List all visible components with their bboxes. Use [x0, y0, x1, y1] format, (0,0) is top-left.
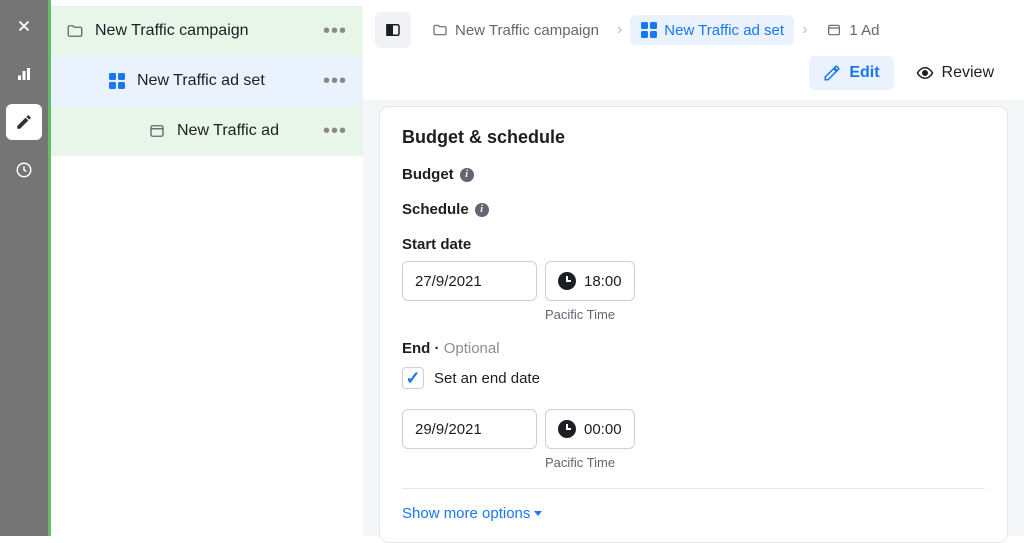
- start-date-label: Start date: [402, 236, 985, 253]
- end-date-label: End · Optional: [402, 340, 985, 357]
- caret-down-icon: [534, 511, 542, 516]
- timezone-label: Pacific Time: [545, 307, 985, 322]
- check-icon: ✓: [405, 368, 420, 389]
- end-datetime-row: 29/9/2021 00:00: [402, 409, 985, 449]
- top-bar: New Traffic campaign › New Traffic ad se…: [363, 0, 1024, 100]
- set-end-date-row: ✓ Set an end date: [402, 367, 985, 389]
- info-icon[interactable]: i: [475, 203, 489, 217]
- budget-schedule-card: Budget & schedule Budget i Schedule i St…: [379, 106, 1008, 543]
- tree-item-adset[interactable]: New Traffic ad set •••: [51, 56, 363, 106]
- folder-icon: [431, 21, 449, 39]
- start-datetime-row: 27/9/2021 18:00: [402, 261, 985, 301]
- close-button[interactable]: [6, 8, 42, 44]
- sidebar-toggle-icon[interactable]: [375, 12, 411, 48]
- end-time-input[interactable]: 00:00: [545, 409, 635, 449]
- show-more-options-link[interactable]: Show more options: [402, 505, 985, 522]
- budget-section-label: Budget i: [402, 166, 985, 183]
- review-button[interactable]: Review: [902, 56, 1008, 90]
- breadcrumb-label: New Traffic ad set: [664, 22, 784, 39]
- start-date-input[interactable]: 27/9/2021: [402, 261, 537, 301]
- tree-item-ad[interactable]: New Traffic ad •••: [51, 106, 363, 156]
- edit-nav-button[interactable]: [6, 104, 42, 140]
- timezone-label: Pacific Time: [545, 455, 985, 470]
- main-content: New Traffic campaign › New Traffic ad se…: [363, 0, 1024, 536]
- info-icon[interactable]: i: [460, 168, 474, 182]
- schedule-section-label: Schedule i: [402, 201, 985, 218]
- history-nav-button[interactable]: [6, 152, 42, 188]
- more-options-icon[interactable]: •••: [317, 116, 353, 147]
- breadcrumb-label: New Traffic campaign: [455, 22, 599, 39]
- action-row: Edit Review: [375, 56, 1008, 90]
- clock-icon: [558, 420, 576, 438]
- breadcrumb: New Traffic campaign › New Traffic ad se…: [375, 12, 1008, 48]
- ad-icon: [147, 121, 167, 141]
- ad-icon: [825, 21, 843, 39]
- tree-label: New Traffic ad: [177, 122, 279, 140]
- more-options-icon[interactable]: •••: [317, 16, 353, 47]
- pencil-icon: [823, 64, 841, 82]
- tree-label: New Traffic campaign: [95, 22, 249, 40]
- card-title: Budget & schedule: [402, 127, 985, 148]
- checkbox-label: Set an end date: [434, 370, 540, 387]
- adset-icon: [107, 71, 127, 91]
- campaign-tree-panel: New Traffic campaign ••• New Traffic ad …: [51, 0, 363, 536]
- start-time-input[interactable]: 18:00: [545, 261, 635, 301]
- left-nav-rail: [0, 0, 48, 536]
- breadcrumb-ad[interactable]: 1 Ad: [815, 15, 889, 45]
- review-button-label: Review: [942, 64, 994, 82]
- eye-icon: [916, 64, 934, 82]
- tree-label: New Traffic ad set: [137, 72, 265, 90]
- chart-nav-button[interactable]: [6, 56, 42, 92]
- adset-icon: [640, 21, 658, 39]
- chevron-right-icon: ›: [800, 21, 809, 39]
- edit-button-label: Edit: [849, 64, 879, 82]
- tree-item-campaign[interactable]: New Traffic campaign •••: [51, 6, 363, 56]
- set-end-date-checkbox[interactable]: ✓: [402, 367, 424, 389]
- folder-icon: [65, 21, 85, 41]
- more-options-icon[interactable]: •••: [317, 66, 353, 97]
- breadcrumb-campaign[interactable]: New Traffic campaign: [421, 15, 609, 45]
- end-date-input[interactable]: 29/9/2021: [402, 409, 537, 449]
- divider: [402, 488, 985, 489]
- clock-icon: [558, 272, 576, 290]
- edit-button[interactable]: Edit: [809, 56, 893, 90]
- breadcrumb-label: 1 Ad: [849, 22, 879, 39]
- chevron-right-icon: ›: [615, 21, 624, 39]
- breadcrumb-adset[interactable]: New Traffic ad set: [630, 15, 794, 45]
